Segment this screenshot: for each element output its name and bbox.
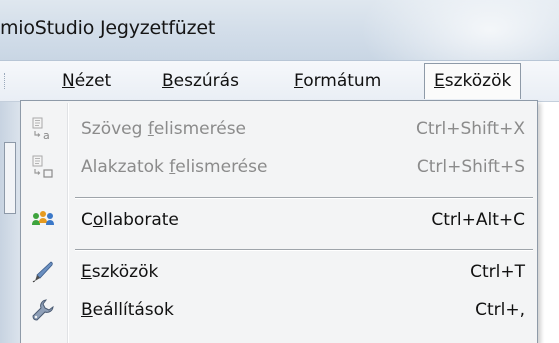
menu-item-shortcut: Ctrl+Alt+C	[431, 210, 525, 230]
menu-nezet-accel: N	[62, 71, 75, 91]
label-accel: E	[81, 262, 92, 282]
menu-separator	[75, 197, 533, 199]
label-post: szközök	[91, 262, 159, 282]
menu-formatum-accel: F	[294, 71, 304, 91]
menu-item-tools[interactable]: Eszközök Ctrl+T	[21, 254, 537, 290]
svg-text:a: a	[43, 129, 50, 141]
eszkozok-dropdown-menu: a Szöveg felismerése Ctrl+Shift+X Alakza…	[20, 100, 538, 343]
label-accel: o	[92, 210, 104, 230]
menu-item-label: Beállítások	[81, 292, 174, 328]
menu-item-label: Collaborate	[81, 202, 179, 238]
menu-item-shortcut: Ctrl+Shift+S	[416, 157, 525, 177]
title-bar[interactable]: mioStudio Jegyzetfüzet	[0, 0, 559, 60]
label-post: llaborate	[103, 210, 179, 230]
pen-icon	[31, 260, 55, 284]
menu-item-label: Alakzatok felismerése	[81, 149, 267, 185]
menu-item-shortcut: Ctrl+,	[475, 300, 525, 320]
shape-recognition-icon	[31, 155, 55, 179]
background-panel	[0, 102, 20, 343]
menu-bar-grip	[4, 73, 9, 89]
menu-beszuras[interactable]: Beszúrás	[162, 61, 239, 101]
label-post: elismerése	[175, 157, 268, 177]
label-pre: C	[81, 210, 93, 230]
menu-separator	[75, 249, 533, 251]
menu-item-collaborate[interactable]: Collaborate Ctrl+Alt+C	[21, 202, 537, 238]
menu-formatum-label: ormátum	[303, 71, 382, 91]
menu-item-shortcut: Ctrl+T	[470, 262, 525, 282]
menu-eszkozok[interactable]: Eszközök	[424, 63, 522, 99]
menu-eszkozok-label: szközök	[444, 71, 512, 91]
menu-bar: Nézet Beszúrás Formátum Eszközök	[0, 60, 559, 102]
app-screen: mioStudio Jegyzetfüzet Nézet Beszúrás Fo…	[0, 0, 559, 343]
label-post: eállítások	[92, 300, 174, 320]
menu-item-shape-recognition[interactable]: Alakzatok felismerése Ctrl+Shift+S	[21, 149, 537, 185]
label-post: elismerése	[153, 119, 247, 139]
menu-item-settings[interactable]: Beállítások Ctrl+,	[21, 292, 537, 328]
menu-item-label: Szöveg felismerése	[81, 111, 246, 147]
menu-item-text-recognition[interactable]: a Szöveg felismerése Ctrl+Shift+X	[21, 111, 537, 147]
wrench-icon	[31, 298, 55, 322]
label-pre: Alakzatok	[81, 157, 170, 177]
title-bar-glow	[360, 0, 559, 60]
window-title: mioStudio Jegyzetfüzet	[0, 17, 216, 39]
menu-nezet[interactable]: Nézet	[62, 61, 111, 101]
text-recognition-icon: a	[31, 117, 55, 142]
menu-nezet-label: ézet	[74, 71, 112, 91]
menu-beszuras-label: eszúrás	[173, 71, 239, 91]
menu-item-label: Eszközök	[81, 254, 158, 290]
background-element	[4, 142, 16, 214]
label-pre: Szöveg	[81, 119, 148, 139]
label-accel: B	[81, 300, 93, 320]
menu-beszuras-accel: B	[162, 71, 174, 91]
menu-formatum[interactable]: Formátum	[294, 61, 381, 101]
menu-item-shortcut: Ctrl+Shift+X	[415, 119, 525, 139]
menu-eszkozok-accel: E	[434, 71, 445, 91]
collaborate-people-icon	[31, 208, 55, 232]
